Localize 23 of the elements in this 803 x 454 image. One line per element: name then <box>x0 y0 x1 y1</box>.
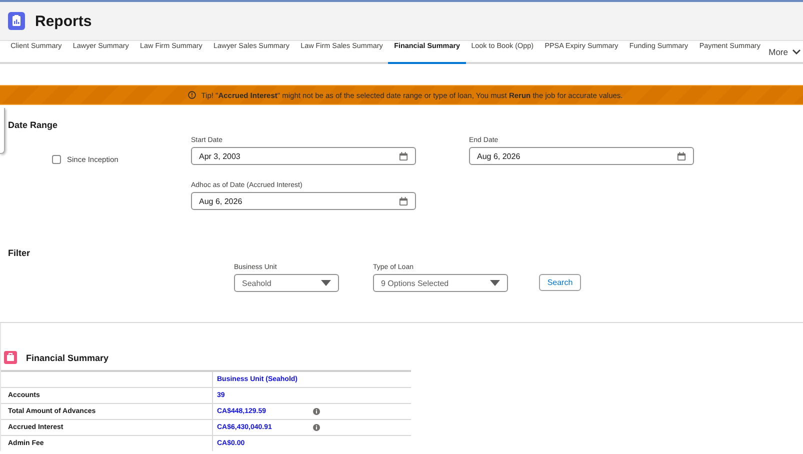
section-title: Financial Summary <box>26 352 109 362</box>
report-app-icon <box>8 12 25 30</box>
section-title: Filter <box>8 248 32 258</box>
date-input[interactable]: Apr 3, 2003 <box>191 147 416 165</box>
search-button[interactable]: Search <box>539 274 581 291</box>
calendar-icon[interactable] <box>399 196 408 206</box>
info-icon[interactable] <box>313 408 320 415</box>
checkbox[interactable] <box>52 154 61 164</box>
more-tab[interactable]: More <box>768 41 803 62</box>
briefcase-icon <box>4 351 17 364</box>
info-icon <box>188 91 196 99</box>
section-title: Date Range <box>8 120 59 130</box>
dropdown-arrow-icon <box>321 280 331 286</box>
dropdown-select[interactable]: 9 Options Selected <box>373 274 508 292</box>
calendar-icon[interactable] <box>677 152 686 160</box>
info-icon[interactable] <box>313 424 320 431</box>
date-input[interactable]: Aug 6, 2026 <box>469 147 694 165</box>
dropdown-arrow-icon <box>490 280 500 286</box>
dropdown-select[interactable]: Seahold <box>234 274 339 292</box>
calendar-icon[interactable] <box>399 152 408 160</box>
chevron-down-icon <box>792 48 801 54</box>
date-input[interactable]: Aug 6, 2026 <box>191 192 416 210</box>
page-title: Reports <box>35 12 92 30</box>
